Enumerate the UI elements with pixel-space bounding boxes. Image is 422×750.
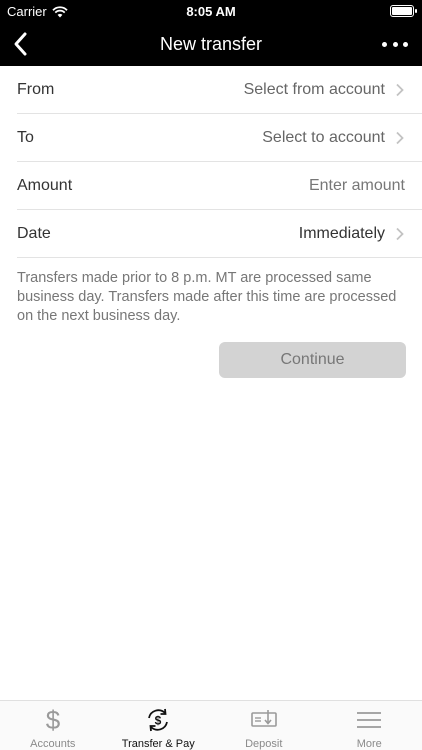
date-value: Immediately bbox=[299, 225, 405, 243]
from-account-value: Select from account bbox=[244, 81, 405, 99]
from-label: From bbox=[17, 80, 55, 98]
chevron-right-icon bbox=[396, 83, 404, 96]
from-account-text: Select from account bbox=[243, 80, 385, 98]
amount-row[interactable]: Amount Enter amount bbox=[17, 162, 422, 210]
to-account-row[interactable]: To Select to account bbox=[17, 114, 422, 162]
amount-label: Amount bbox=[17, 176, 73, 194]
date-label: Date bbox=[17, 224, 51, 242]
check-deposit-icon bbox=[249, 705, 279, 735]
tab-deposit[interactable]: Deposit bbox=[211, 701, 317, 750]
date-row[interactable]: Date Immediately bbox=[17, 210, 422, 258]
date-text: Immediately bbox=[298, 224, 385, 242]
to-account-text: Select to account bbox=[262, 128, 385, 146]
battery-icon bbox=[390, 5, 417, 17]
menu-icon bbox=[354, 705, 384, 735]
transfer-cycle-icon: $ bbox=[143, 705, 173, 735]
tab-label: Transfer & Pay bbox=[121, 738, 195, 750]
more-options-icon[interactable] bbox=[382, 32, 408, 56]
nav-bar: New transfer bbox=[0, 22, 422, 66]
svg-text:$: $ bbox=[46, 706, 61, 734]
tab-label: Deposit bbox=[245, 738, 283, 750]
tab-transfer-pay[interactable]: $ Transfer & Pay bbox=[106, 701, 212, 750]
to-account-value: Select to account bbox=[262, 129, 405, 147]
tab-label: More bbox=[356, 738, 382, 750]
transfer-form: From Select from account To Select to ac… bbox=[0, 66, 422, 258]
dollar-icon: $ bbox=[38, 705, 68, 735]
tab-label: Accounts bbox=[30, 738, 76, 750]
tab-accounts[interactable]: $ Accounts bbox=[0, 701, 106, 750]
status-time: 8:05 AM bbox=[186, 4, 236, 19]
chevron-right-icon bbox=[396, 227, 404, 240]
tab-more[interactable]: More bbox=[317, 701, 422, 750]
tab-bar: $ Accounts $ Transfer & Pay Deposit More bbox=[0, 700, 422, 750]
transfer-cutoff-note: Transfers made prior to 8 p.m. MT are pr… bbox=[17, 270, 397, 324]
to-label: To bbox=[17, 128, 34, 146]
svg-text:$: $ bbox=[155, 714, 162, 728]
page-title: New transfer bbox=[159, 34, 263, 54]
status-bar: Carrier 8:05 AM bbox=[0, 0, 422, 22]
chevron-right-icon bbox=[396, 131, 404, 144]
continue-button[interactable]: Continue bbox=[219, 342, 406, 378]
amount-input[interactable]: Enter amount bbox=[309, 177, 405, 195]
from-account-row[interactable]: From Select from account bbox=[17, 66, 422, 114]
